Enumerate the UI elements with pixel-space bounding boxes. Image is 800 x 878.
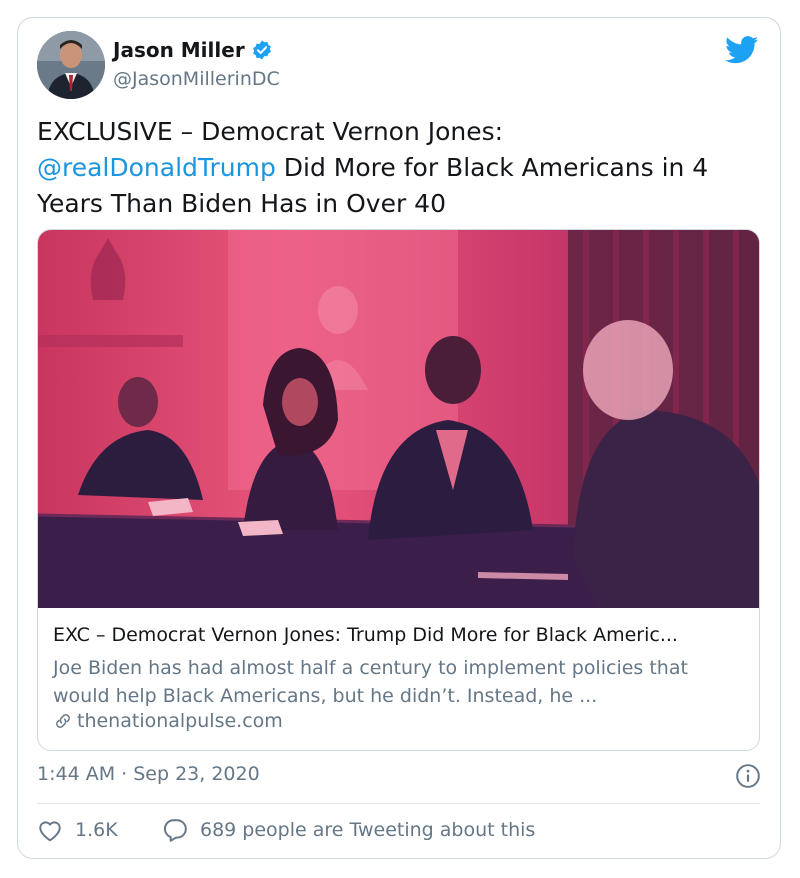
tweet-text-line-1: EXCLUSIVE – Democrat Vernon Jones:: [37, 117, 504, 146]
info-icon[interactable]: [735, 763, 761, 789]
author-handle[interactable]: @JasonMillerinDC: [113, 68, 280, 90]
article-image: [38, 230, 759, 608]
link-chain-icon: [56, 714, 70, 728]
like-count: 1.6K: [75, 819, 118, 841]
author-name-row: Jason Miller: [113, 38, 273, 62]
verified-badge-icon: [252, 40, 271, 60]
like-button[interactable]: 1.6K: [37, 818, 118, 842]
tweet-timestamp[interactable]: 1:44 AM · Sep 23, 2020: [37, 763, 260, 785]
speech-bubble-icon: [164, 819, 187, 842]
divider: [37, 803, 760, 804]
conversation-button[interactable]: 689 people are Tweeting about this: [162, 818, 535, 842]
avatar[interactable]: [37, 31, 105, 99]
avatar-photo: [37, 31, 105, 99]
link-title[interactable]: EXC – Democrat Vernon Jones: Trump Did M…: [53, 624, 753, 646]
twitter-bird-icon[interactable]: [725, 36, 759, 64]
link-preview-card[interactable]: EXC – Democrat Vernon Jones: Trump Did M…: [37, 229, 760, 751]
heart-icon: [39, 821, 61, 842]
tweet-text: EXCLUSIVE – Democrat Vernon Jones: @real…: [37, 114, 767, 222]
link-domain: thenationalpulse.com: [77, 710, 283, 732]
link-description: Joe Biden has had almost half a century …: [53, 657, 688, 707]
tweeting-about-text: 689 people are Tweeting about this: [200, 819, 536, 841]
link-domain-row: thenationalpulse.com: [53, 710, 283, 732]
author-name[interactable]: Jason Miller: [113, 38, 245, 62]
mention-link[interactable]: @realDonaldTrump: [37, 153, 276, 182]
